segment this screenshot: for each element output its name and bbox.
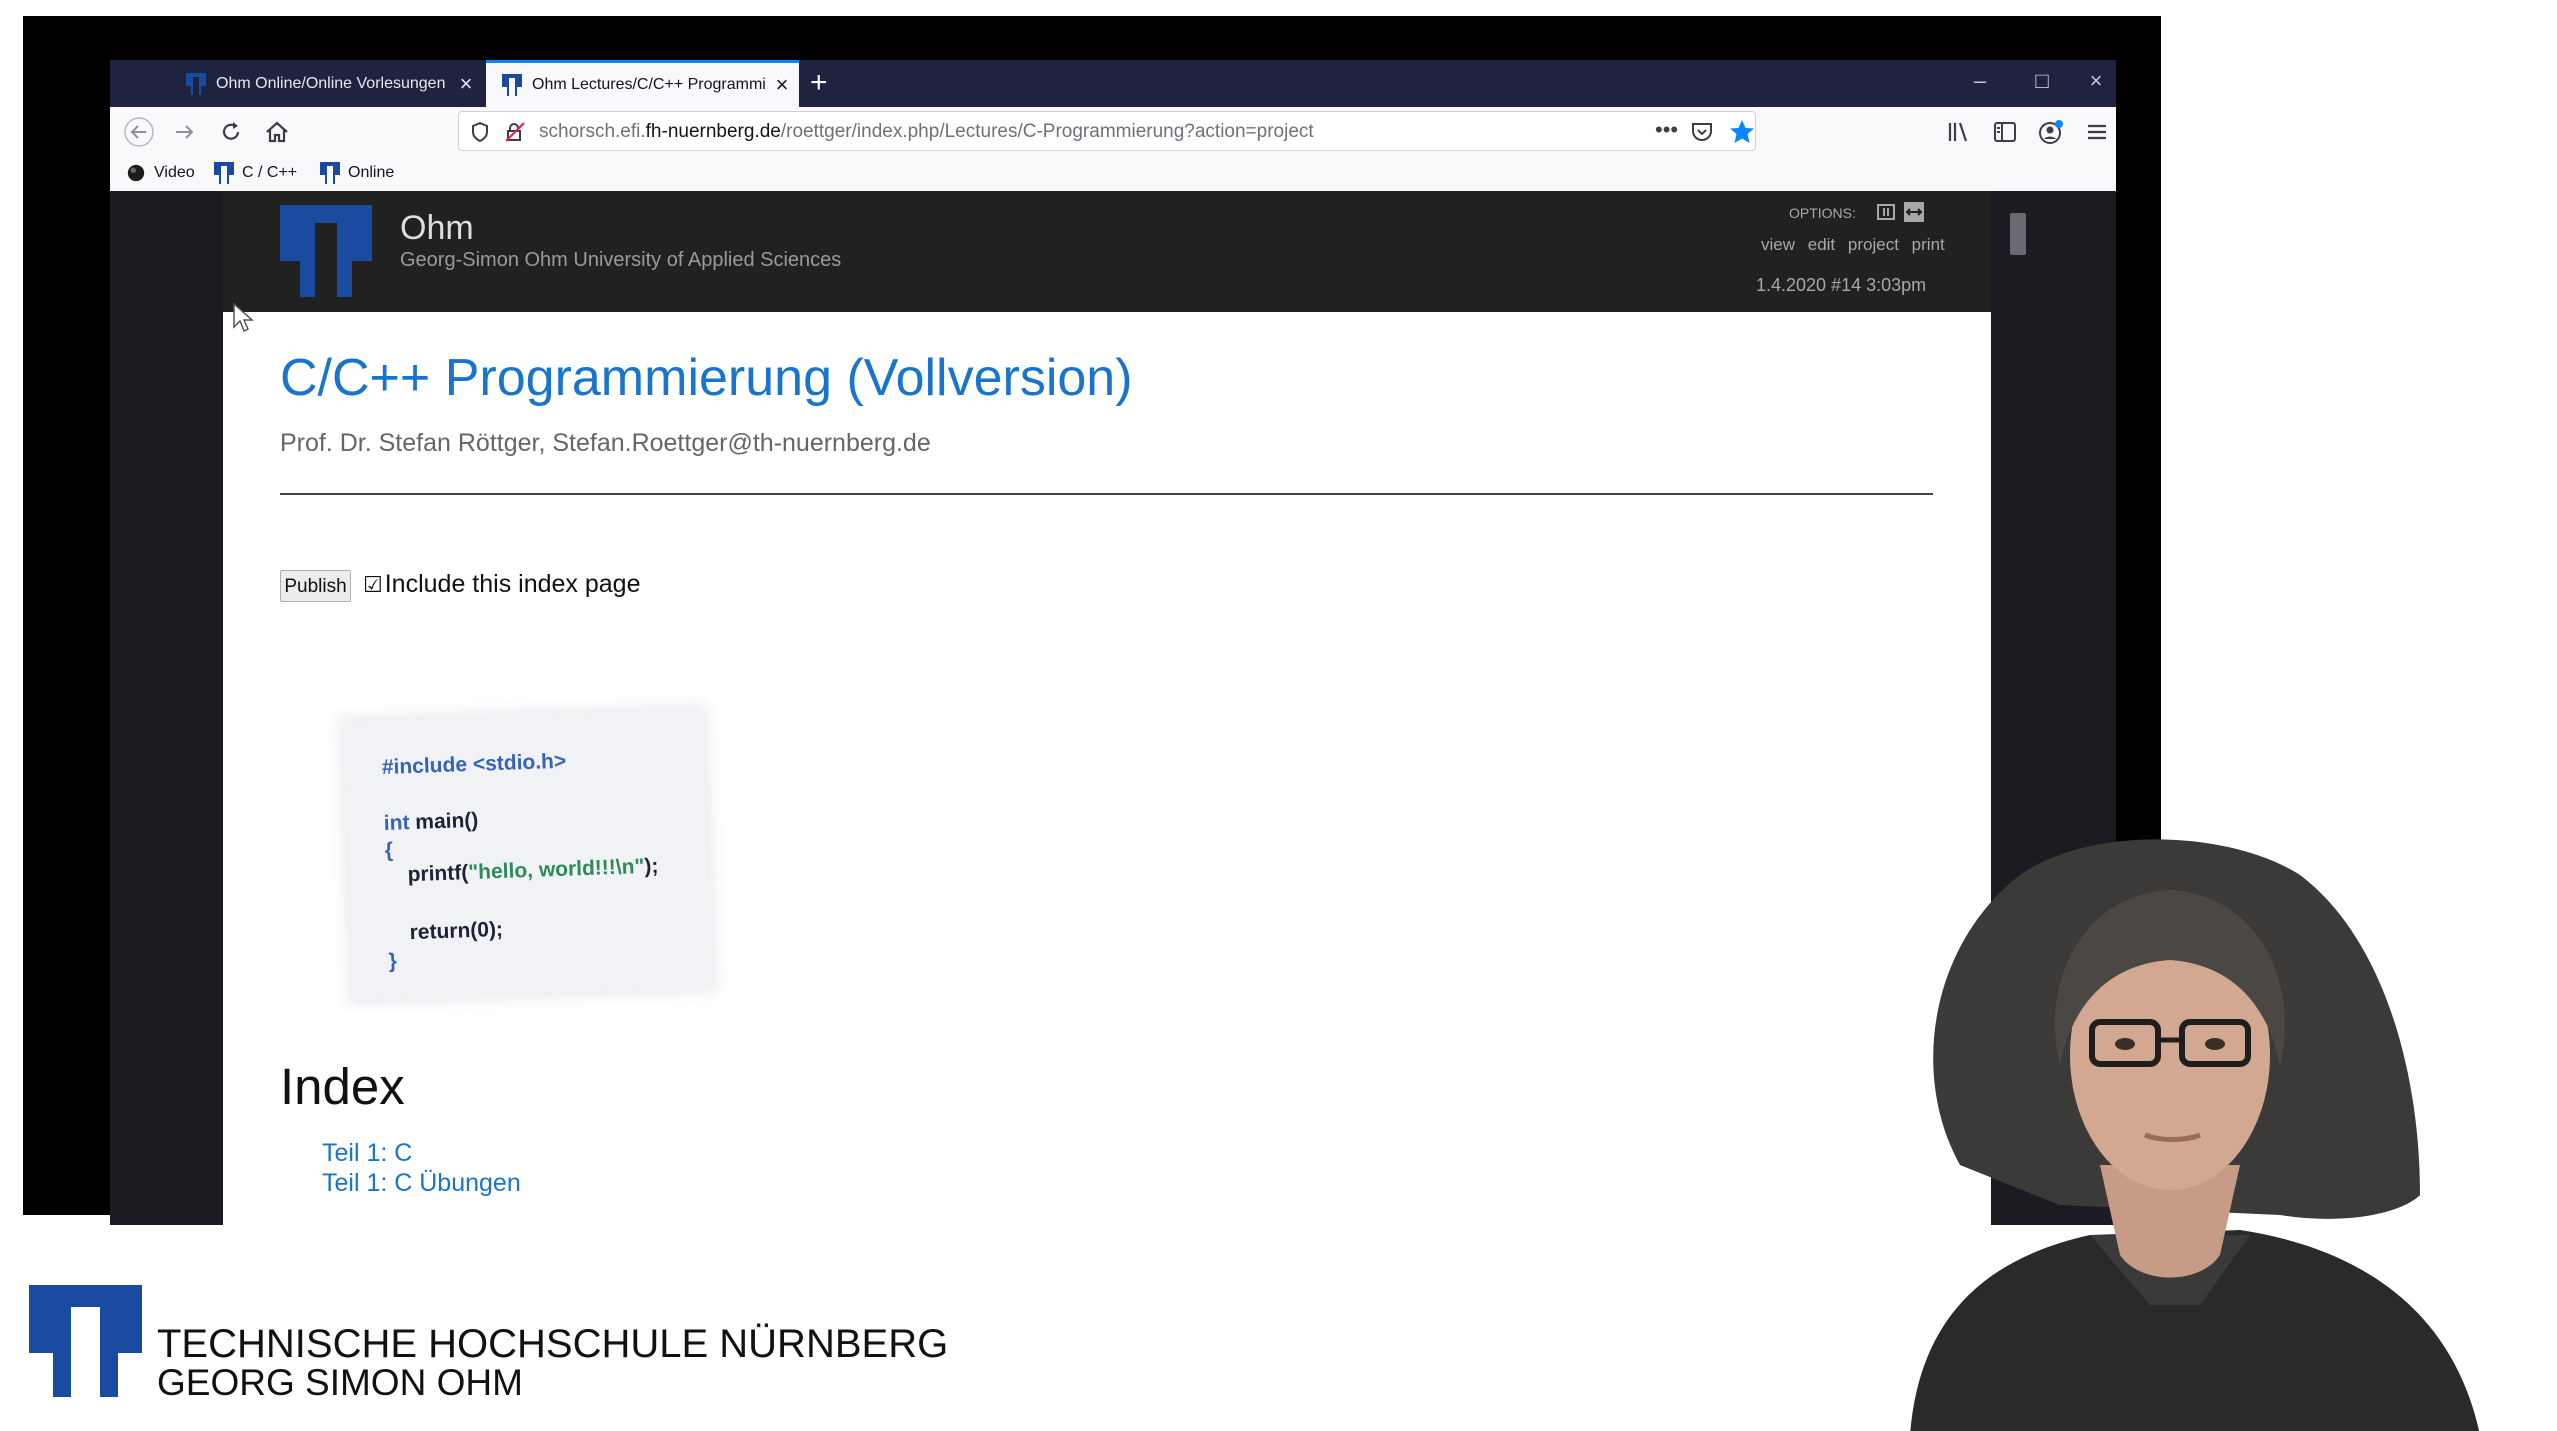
close-tab-icon[interactable]: × bbox=[765, 72, 799, 98]
university-name: TECHNISCHE HOCHSCHULE NÜRNBERG bbox=[157, 1322, 949, 1366]
bookmark-video[interactable]: Video bbox=[126, 162, 195, 184]
layout-wide-icon[interactable] bbox=[1903, 201, 1925, 223]
tab-title: Ohm Online/Online Vorlesungen bbox=[216, 74, 446, 92]
mouse-cursor-icon bbox=[233, 303, 254, 333]
new-tab-button[interactable]: + bbox=[810, 66, 828, 100]
bookmark-label: C / C++ bbox=[242, 164, 298, 181]
navigation-bar: schorsch.efi.fh-nuernberg.de/roettger/in… bbox=[110, 107, 2116, 157]
code-token: printf( bbox=[407, 861, 469, 887]
code-token: main() bbox=[409, 808, 479, 835]
page-title: C/C++ Programmierung (Vollversion) bbox=[280, 349, 1133, 407]
index-link-teil1-uebungen[interactable]: Teil 1: C Übungen bbox=[322, 1169, 521, 1198]
ohm-logo-icon bbox=[320, 162, 340, 184]
code-token: return bbox=[409, 919, 471, 945]
site-name[interactable]: Ohm bbox=[400, 209, 474, 248]
back-icon[interactable] bbox=[120, 113, 158, 151]
publish-button[interactable]: Publish bbox=[280, 570, 351, 602]
th-nuernberg-logo bbox=[29, 1285, 142, 1397]
shield-icon[interactable] bbox=[471, 122, 489, 142]
tab-strip: Ohm Online/Online Vorlesungen × Ohm Lect… bbox=[110, 60, 2116, 107]
divider bbox=[280, 493, 1933, 495]
bookmark-online[interactable]: Online bbox=[320, 162, 394, 184]
ohm-logo-icon bbox=[502, 74, 522, 96]
video-dot-icon bbox=[127, 164, 145, 182]
page-author: Prof. Dr. Stefan Röttger, Stefan.Roettge… bbox=[280, 429, 931, 457]
library-icon[interactable] bbox=[1940, 113, 1978, 151]
index-link-teil1-c[interactable]: Teil 1: C bbox=[322, 1139, 412, 1168]
site-header: Ohm Georg-Simon Ohm University of Applie… bbox=[223, 191, 1991, 312]
bookmark-label: Video bbox=[154, 164, 195, 181]
bookmark-c-cpp[interactable]: C / C++ bbox=[214, 162, 297, 184]
bookmark-star-icon[interactable] bbox=[1729, 119, 1755, 145]
tab-ohm-online[interactable]: Ohm Online/Online Vorlesungen × bbox=[170, 60, 483, 107]
tab-ohm-lectures[interactable]: Ohm Lectures/C/C++ Programmierung × bbox=[486, 60, 799, 107]
menu-icon[interactable] bbox=[2078, 113, 2116, 151]
code-token: ); bbox=[643, 854, 659, 878]
code-token: int bbox=[383, 811, 410, 836]
url-bar[interactable]: schorsch.efi.fh-nuernberg.de/roettger/in… bbox=[458, 111, 1756, 151]
code-token: { bbox=[384, 838, 394, 862]
page-date: 1.4.2020 #14 3:03pm bbox=[1756, 275, 1927, 295]
bookmark-label: Online bbox=[348, 164, 395, 181]
ohm-logo-icon bbox=[186, 72, 206, 95]
page-actions-icon[interactable]: ••• bbox=[1655, 117, 1678, 143]
close-tab-icon[interactable]: × bbox=[449, 71, 483, 97]
option-edit-link[interactable]: edit bbox=[1808, 235, 1835, 254]
code-token: } bbox=[388, 949, 398, 973]
forward-icon[interactable] bbox=[166, 113, 204, 151]
scrollbar-thumb[interactable] bbox=[2010, 213, 2026, 255]
account-icon[interactable] bbox=[2032, 113, 2070, 151]
code-token: "hello, world!!!\n" bbox=[467, 854, 645, 885]
insecure-lock-icon[interactable] bbox=[505, 122, 525, 142]
bookmarks-bar: Video C / C++ Online bbox=[110, 157, 2116, 191]
option-view-link[interactable]: view bbox=[1761, 235, 1795, 254]
home-icon[interactable] bbox=[258, 113, 296, 151]
sidebar-icon[interactable] bbox=[1986, 113, 2024, 151]
minimize-icon[interactable]: – bbox=[1960, 68, 2000, 94]
site-subtitle: Georg-Simon Ohm University of Applied Sc… bbox=[400, 249, 842, 271]
layout-narrow-icon[interactable] bbox=[1877, 203, 1895, 221]
code-token: (0); bbox=[469, 917, 504, 943]
option-links: view edit project print bbox=[1761, 235, 1953, 255]
ohm-logo-icon[interactable] bbox=[280, 205, 372, 297]
code-sample-image: #include <stdio.h> int main() { printf("… bbox=[344, 709, 712, 1000]
maximize-icon[interactable]: □ bbox=[2022, 68, 2062, 94]
option-project-link[interactable]: project bbox=[1848, 235, 1899, 254]
options-label: OPTIONS: bbox=[1789, 205, 1856, 221]
index-heading: Index bbox=[280, 1058, 405, 1115]
pocket-icon[interactable] bbox=[1691, 121, 1713, 143]
web-page: Ohm Georg-Simon Ohm University of Applie… bbox=[223, 191, 1991, 1225]
presenter-video bbox=[1910, 839, 2480, 1431]
code-token: #include bbox=[381, 753, 468, 780]
include-index-option[interactable]: ☑ Include this index page bbox=[363, 570, 640, 599]
close-window-icon[interactable]: × bbox=[2076, 68, 2116, 94]
option-print-link[interactable]: print bbox=[1912, 235, 1945, 254]
reload-icon[interactable] bbox=[212, 113, 250, 151]
code-token: <stdio.h> bbox=[466, 749, 567, 777]
university-subname: GEORG SIMON OHM bbox=[157, 1362, 523, 1403]
include-checkbox[interactable]: ☑ bbox=[363, 572, 383, 598]
include-label: Include this index page bbox=[384, 570, 641, 598]
ohm-logo-icon bbox=[214, 162, 234, 184]
tab-title: Ohm Lectures/C/C++ Programmierung bbox=[532, 76, 765, 93]
url-text[interactable]: schorsch.efi.fh-nuernberg.de/roettger/in… bbox=[539, 121, 1314, 143]
